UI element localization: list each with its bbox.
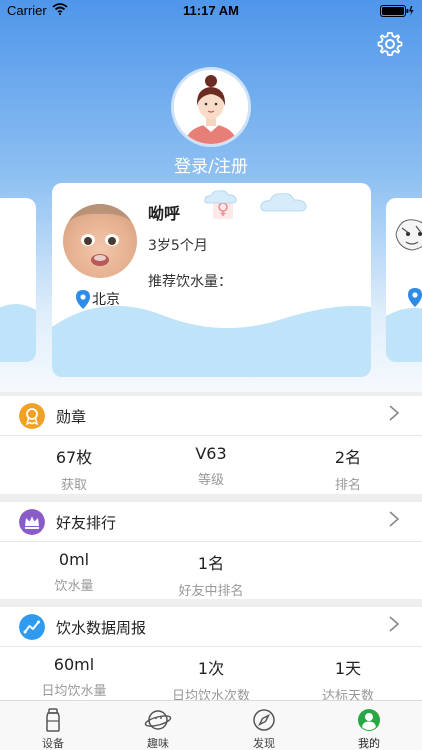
weekly-report-header[interactable]: 饮水数据周报 — [0, 607, 422, 647]
bottle-icon — [46, 708, 60, 732]
friends-stats: 0ml 饮水量 1名 好友中排名 — [0, 542, 422, 600]
child-photo — [63, 204, 137, 278]
daily-avg-water-stat[interactable]: 60ml 日均饮水量 — [4, 655, 144, 699]
weekly-stats: 60ml 日均饮水量 1次 日均饮水次数 1天 达标天数 — [0, 647, 422, 705]
friends-ranking-header[interactable]: 好友排行 — [0, 502, 422, 542]
battery-icon — [380, 5, 414, 17]
tab-label: 趣味 — [147, 737, 169, 750]
stat-label: 等级 — [197, 473, 224, 488]
card-wave-decoration — [52, 305, 371, 377]
tab-discover[interactable]: 发现 — [211, 701, 317, 750]
stat-label: 排名 — [334, 478, 361, 493]
stat-value: 2名 — [334, 448, 362, 467]
chevron-right-icon[interactable] — [388, 615, 400, 633]
tab-fun[interactable]: 趣味 — [105, 701, 211, 750]
trend-chart-icon — [19, 614, 45, 640]
stat-value: 0ml — [58, 550, 90, 569]
tab-label: 我的 — [358, 737, 380, 750]
child-card-next[interactable] — [386, 198, 422, 362]
profile-icon — [358, 709, 380, 731]
medals-stats: 67枚 获取 V63 等级 2名 排名 — [0, 436, 422, 494]
bottom-tab-bar: 设备 趣味 发现 我的 — [0, 700, 422, 750]
weekly-report-section: 饮水数据周报 60ml 日均饮水量 1次 日均饮水次数 1天 达标天数 — [0, 607, 422, 704]
child-card[interactable]: 呦呼 3岁5个月 推荐饮水量： 北京 — [52, 183, 371, 377]
login-register-link[interactable]: 登录/注册 — [0, 152, 422, 177]
user-avatar-illustration — [174, 70, 248, 144]
location-pin-icon — [408, 288, 422, 307]
stat-label: 获取 — [60, 478, 87, 493]
location-label: 北京 — [92, 292, 120, 308]
stat-value: 1名 — [197, 554, 225, 573]
medal-icon — [19, 403, 45, 429]
location-pin-icon — [76, 289, 90, 309]
friends-ranking-title: 好友排行 — [56, 514, 117, 532]
target-days-stat[interactable]: 1天 达标天数 — [278, 655, 418, 704]
cartoon-sketch-image — [395, 219, 422, 251]
medals-rank-stat[interactable]: 2名 排名 — [278, 444, 418, 493]
compass-icon — [253, 709, 275, 731]
medals-count-stat[interactable]: 67枚 获取 — [4, 444, 144, 493]
tab-label: 发现 — [253, 737, 275, 750]
crown-icon — [19, 509, 45, 535]
child-location: 北京 — [76, 289, 120, 309]
chevron-right-icon[interactable] — [388, 404, 400, 422]
status-bar: Carrier 11:17 AM — [0, 0, 422, 22]
medals-level-stat[interactable]: V63 等级 — [141, 444, 281, 488]
weekly-report-title: 饮水数据周报 — [56, 619, 147, 637]
settings-gear-icon[interactable] — [377, 31, 403, 57]
child-name: 呦呼 — [148, 204, 181, 223]
tab-mine[interactable]: 我的 — [316, 701, 422, 750]
friends-ranking-section: 好友排行 0ml 饮水量 1名 好友中排名 — [0, 502, 422, 599]
status-time: 11:17 AM — [183, 3, 239, 18]
tab-label: 设备 — [42, 737, 64, 750]
profile-hero: Carrier 11:17 AM 登录/注册 呦呼 3岁5个月 推荐饮水量： 北… — [0, 0, 422, 392]
recommended-water-label: 推荐饮水量： — [148, 274, 232, 290]
child-card-previous[interactable] — [0, 198, 36, 362]
chevron-right-icon[interactable] — [388, 510, 400, 528]
child-age: 3岁5个月 — [148, 238, 208, 254]
medals-title: 勋章 — [56, 408, 87, 426]
card-wave-decoration — [0, 304, 36, 362]
daily-avg-times-stat[interactable]: 1次 日均饮水次数 — [141, 655, 281, 704]
stat-value: 67枚 — [55, 448, 93, 467]
planet-icon — [144, 710, 172, 730]
friends-rank-stat[interactable]: 1名 好友中排名 — [141, 550, 281, 599]
stat-value: 1天 — [334, 659, 362, 678]
stat-label: 好友中排名 — [178, 584, 244, 599]
stat-value: 1次 — [197, 659, 225, 678]
friends-water-stat[interactable]: 0ml 饮水量 — [4, 550, 144, 594]
stat-value: 60ml — [53, 655, 95, 674]
stat-label: 饮水量 — [54, 579, 94, 594]
user-avatar[interactable] — [171, 67, 251, 147]
medals-header[interactable]: 勋章 — [0, 396, 422, 436]
stat-value: V63 — [195, 444, 227, 463]
cloud-icon — [204, 190, 237, 204]
stat-label: 日均饮水量 — [41, 684, 107, 699]
tab-devices[interactable]: 设备 — [0, 701, 106, 750]
medals-section: 勋章 67枚 获取 V63 等级 2名 排名 — [0, 396, 422, 494]
cloud-icon — [260, 193, 307, 212]
